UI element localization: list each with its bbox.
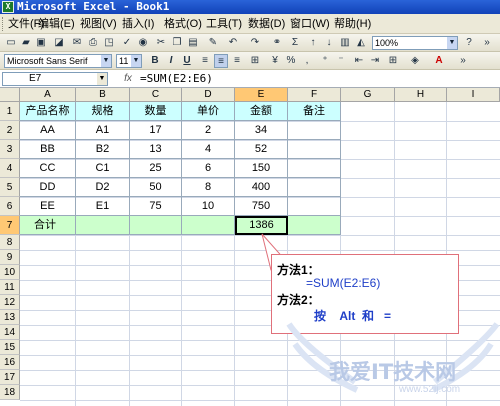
toolbar-grip[interactable] — [2, 17, 5, 31]
sort-ascending-icon[interactable]: ↑ — [306, 36, 320, 50]
align-center-icon[interactable]: ≡ — [214, 54, 228, 68]
font-color-icon[interactable]: A — [432, 54, 446, 68]
toolbar-more-icon[interactable]: » — [456, 54, 470, 68]
excel-icon[interactable]: X — [2, 1, 14, 13]
align-left-icon[interactable]: ≡ — [198, 54, 212, 68]
merge-center-icon[interactable]: ⊞ — [248, 54, 262, 68]
align-right-icon[interactable]: ≡ — [230, 54, 244, 68]
open-folder-icon[interactable]: ▰ — [19, 36, 33, 50]
print-preview-icon[interactable]: ◳ — [102, 36, 116, 50]
redo-icon[interactable]: ↷ — [248, 36, 262, 50]
formula-input[interactable]: =SUM(E2:E6) — [140, 71, 213, 87]
percent-button[interactable]: % — [284, 54, 298, 68]
fill-color-icon[interactable]: ◈ — [408, 54, 422, 68]
help-icon[interactable]: ? — [462, 36, 476, 50]
paste-icon[interactable]: ▤ — [186, 36, 200, 50]
callout-pointer — [261, 233, 296, 271]
fx-icon[interactable]: fx — [118, 72, 138, 86]
undo-icon[interactable]: ↶ — [226, 36, 240, 50]
sort-descending-icon[interactable]: ↓ — [322, 36, 336, 50]
formatting-toolbar: Microsoft Sans Serif ▼ 11 ▼ B I U ≡ ≡ ≡ … — [0, 52, 500, 70]
bold-button[interactable]: B — [148, 54, 162, 68]
cut-icon[interactable]: ✂ — [154, 36, 168, 50]
zoom-value: 100% — [375, 38, 399, 48]
method2-keys: 按 Alt 和 = — [314, 309, 392, 323]
menu-view[interactable]: 视图(V) — [80, 17, 117, 32]
email-icon[interactable]: ✉ — [70, 36, 84, 50]
italic-button[interactable]: I — [164, 54, 178, 68]
window-title: Microsoft Excel - Book1 — [17, 0, 170, 13]
title-bar: X Microsoft Excel - Book1 — [0, 0, 500, 14]
chart-wizard-icon[interactable]: ▥ — [338, 36, 352, 50]
font-size-select[interactable]: 11 ▼ — [116, 54, 142, 68]
copy-icon[interactable]: ❐ — [170, 36, 184, 50]
save-icon[interactable]: ▣ — [34, 36, 48, 50]
decrease-indent-icon[interactable]: ⇤ — [352, 54, 366, 68]
permission-icon[interactable]: ◪ — [52, 36, 66, 50]
menu-insert[interactable]: 插入(I) — [122, 17, 154, 32]
underline-button[interactable]: U — [180, 54, 194, 68]
format-painter-icon[interactable]: ✎ — [206, 36, 220, 50]
new-file-icon[interactable]: ▭ — [4, 36, 18, 50]
font-name-value: Microsoft Sans Serif — [7, 56, 88, 66]
research-icon[interactable]: ◉ — [136, 36, 150, 50]
formula-bar: E7 ▼ fx =SUM(E2:E6) — [0, 70, 500, 88]
worksheet-grid[interactable]: A B C D E F G H I 1 2 3 4 5 6 7 8 9 10 1… — [0, 88, 500, 406]
menu-format[interactable]: 格式(O) — [164, 17, 202, 32]
zoom-select[interactable]: 100% ▼ — [372, 36, 458, 50]
borders-icon[interactable]: ⊞ — [386, 54, 400, 68]
drawing-icon[interactable]: ◭ — [354, 36, 368, 50]
hyperlink-icon[interactable]: ⚭ — [270, 36, 284, 50]
name-box[interactable]: E7 ▼ — [2, 72, 108, 86]
print-icon[interactable]: ⎙ — [86, 36, 100, 50]
comma-style-icon[interactable]: , — [300, 54, 314, 68]
font-size-value: 11 — [119, 56, 129, 66]
chevron-down-icon[interactable]: ▼ — [101, 55, 111, 67]
standard-toolbar: ▭ ▰ ▣ ◪ ✉ ⎙ ◳ ✓ ◉ ✂ ❐ ▤ ✎ ↶ ↷ ⚭ Σ ↑ ↓ ▥ … — [0, 34, 500, 52]
autosum-icon[interactable]: Σ — [288, 36, 302, 50]
chevron-down-icon[interactable]: ▼ — [131, 55, 141, 67]
spelling-icon[interactable]: ✓ — [120, 36, 134, 50]
method1-formula: =SUM(E2:E6) — [306, 276, 381, 290]
menu-edit[interactable]: 编辑(E) — [38, 17, 75, 32]
callout-box: 方法1： =SUM(E2:E6) 方法2： 按 Alt 和 = — [271, 254, 459, 334]
chevron-down-icon[interactable]: ▼ — [447, 37, 457, 49]
increase-decimal-icon[interactable]: ⁺ — [318, 54, 332, 68]
increase-indent-icon[interactable]: ⇥ — [368, 54, 382, 68]
menu-window[interactable]: 窗口(W) — [290, 17, 330, 32]
menu-bar: 文件(F) 编辑(E) 视图(V) 插入(I) 格式(O) 工具(T) 数据(D… — [0, 14, 500, 34]
toolbar-options-icon[interactable]: » — [480, 36, 494, 50]
chevron-down-icon[interactable]: ▼ — [97, 73, 107, 85]
method2-label: 方法2： — [277, 293, 320, 307]
decrease-decimal-icon[interactable]: ⁻ — [334, 54, 348, 68]
name-box-value: E7 — [29, 73, 42, 84]
menu-tools[interactable]: 工具(T) — [206, 17, 242, 32]
currency-icon[interactable]: ¥ — [268, 54, 282, 68]
font-name-select[interactable]: Microsoft Sans Serif ▼ — [4, 54, 112, 68]
menu-data[interactable]: 数据(D) — [248, 17, 285, 32]
menu-help[interactable]: 帮助(H) — [334, 17, 371, 32]
